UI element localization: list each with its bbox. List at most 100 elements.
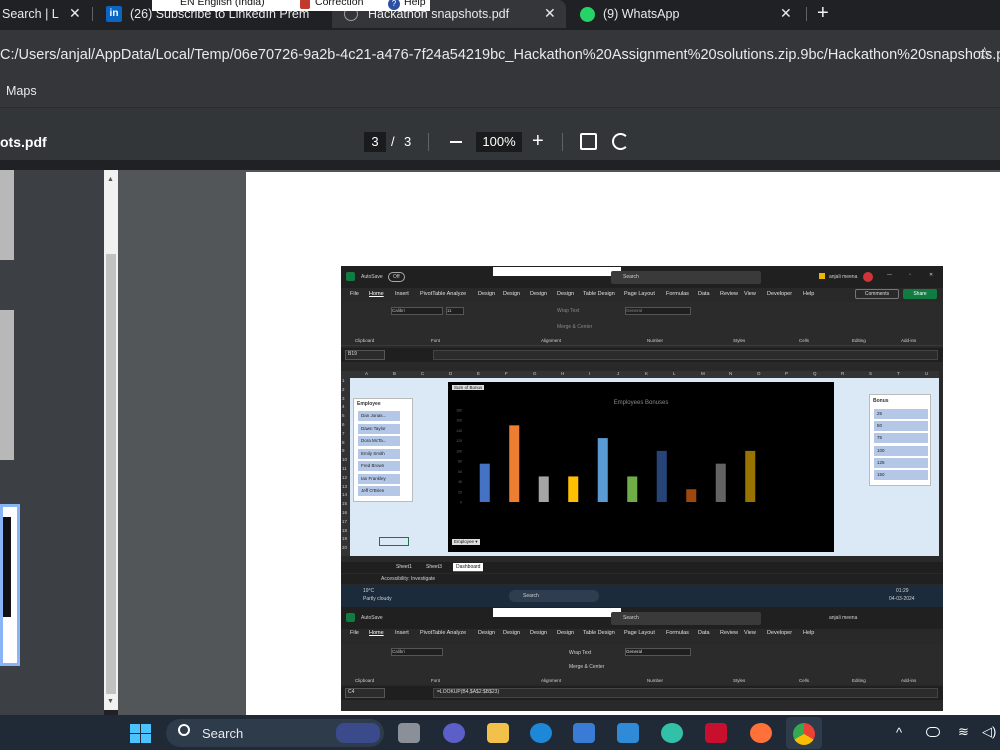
row-header[interactable]: 9 (342, 448, 345, 453)
ribbon-tab[interactable]: Formulas (666, 291, 689, 297)
row-header[interactable]: 3 (342, 396, 345, 401)
row-header[interactable]: 6 (342, 422, 345, 427)
row-header[interactable]: 13 (342, 484, 347, 489)
column-header[interactable]: S (869, 371, 872, 376)
column-header[interactable]: M (701, 371, 705, 376)
mobile-app-icon[interactable] (573, 723, 595, 743)
ribbon-tab[interactable]: Insert (395, 291, 409, 297)
formula-input[interactable] (433, 350, 938, 360)
teams-icon[interactable] (443, 723, 465, 743)
column-header[interactable]: I (589, 371, 590, 376)
excel-search-box[interactable]: Search (611, 612, 761, 625)
ribbon-tab[interactable]: Home (369, 291, 384, 297)
column-header[interactable]: N (729, 371, 732, 376)
wrap-text-button[interactable]: Wrap Text (557, 308, 579, 314)
ribbon-tab[interactable]: Developer (767, 630, 792, 636)
slicer-item[interactable]: Dora McTa... (358, 436, 400, 446)
slicer-item[interactable]: 25 (874, 409, 928, 419)
slicer-item[interactable]: 125 (874, 457, 928, 468)
url-text[interactable]: C:/Users/anjal/AppData/Local/Temp/06e707… (0, 47, 1000, 63)
bookmark-maps[interactable]: Maps (6, 84, 37, 98)
chevron-up-icon[interactable]: ^ (896, 725, 902, 740)
zoom-in-icon[interactable]: + (532, 130, 544, 153)
column-header[interactable]: P (785, 371, 788, 376)
chart-bar[interactable] (479, 463, 490, 502)
tab-search[interactable]: Search | L ✕ (0, 0, 88, 28)
formula-input[interactable]: =LOOKUP(B4,$A$2:$B$23) (433, 688, 938, 698)
name-box[interactable]: C4 (345, 688, 385, 698)
ribbon-tab[interactable]: Data (698, 630, 710, 636)
chart-bar[interactable] (745, 450, 756, 502)
chart-bar[interactable] (715, 463, 726, 502)
column-header[interactable]: R (841, 371, 844, 376)
fit-page-icon[interactable] (580, 133, 597, 150)
column-header[interactable]: O (757, 371, 761, 376)
column-header[interactable]: H (561, 371, 564, 376)
merge-center-button[interactable]: Merge & Center (569, 664, 604, 670)
ribbon-tab[interactable]: Design (530, 291, 547, 297)
selected-cell[interactable] (379, 537, 409, 546)
thumbnail-page-3[interactable] (0, 504, 20, 666)
ribbon-tab[interactable]: Design (557, 291, 574, 297)
correction-option[interactable]: Correction (315, 0, 363, 8)
ribbon-tab[interactable]: View (744, 291, 756, 297)
share-button[interactable]: Share (903, 289, 937, 299)
ribbon-tab[interactable]: Help (803, 291, 814, 297)
minimize-icon[interactable]: — (887, 272, 892, 278)
row-header[interactable]: 4 (342, 404, 345, 409)
new-tab-button[interactable]: + (817, 3, 829, 23)
slicer-item[interactable]: Ian Frankley (358, 473, 400, 484)
ribbon-tab[interactable]: Data (698, 291, 710, 297)
slicer-item[interactable]: Dawn Taylor (358, 423, 400, 434)
ribbon-tab[interactable]: Table Design (583, 630, 615, 636)
column-header[interactable]: T (897, 371, 900, 376)
chart-bar[interactable] (538, 476, 549, 502)
windows-start-icon[interactable] (130, 724, 152, 744)
ribbon-tab[interactable]: PivotTable Analyze (420, 291, 466, 297)
slicer-item[interactable]: Dan Jonas... (358, 411, 400, 421)
column-header[interactable]: B (393, 371, 396, 376)
ribbon-tab[interactable]: Formulas (666, 630, 689, 636)
store-icon[interactable] (617, 723, 639, 743)
row-header[interactable]: 5 (342, 413, 345, 418)
ribbon-tab[interactable]: File (350, 291, 359, 297)
slicer-item[interactable]: 100 (874, 445, 928, 456)
row-header[interactable]: 20 (342, 545, 347, 550)
row-header[interactable]: 15 (342, 501, 347, 506)
chart-bar[interactable] (627, 476, 638, 502)
ribbon-tab[interactable]: Design (503, 291, 520, 297)
excel-search-box[interactable]: Search (611, 271, 761, 284)
row-header[interactable]: 18 (342, 528, 347, 533)
column-header[interactable]: Q (813, 371, 817, 376)
column-header[interactable]: J (617, 371, 619, 376)
wifi-icon[interactable]: ≋ (958, 724, 969, 740)
page-number-input[interactable]: 3 (364, 132, 386, 152)
restore-icon[interactable]: ▫ (909, 272, 911, 278)
row-header[interactable]: 16 (342, 510, 347, 515)
ribbon-tab[interactable]: Table Design (583, 291, 615, 297)
zoom-input[interactable]: 100% (476, 132, 522, 152)
close-icon[interactable]: ✕ (780, 5, 792, 22)
ribbon-tab[interactable]: Insert (395, 630, 409, 636)
ribbon-tab[interactable]: PivotTable Analyze (420, 630, 466, 636)
column-header[interactable]: L (673, 371, 676, 376)
ribbon-tab[interactable]: Design (530, 630, 547, 636)
font-size-select[interactable]: 11 (446, 307, 464, 315)
chart-bar[interactable] (509, 425, 520, 502)
column-header[interactable]: C (421, 371, 424, 376)
close-icon[interactable]: ✕ (69, 5, 81, 22)
file-explorer-icon[interactable] (487, 723, 509, 743)
ribbon-tab[interactable]: Home (369, 630, 384, 636)
slicer-item[interactable]: 75 (874, 433, 928, 444)
number-format-select[interactable]: General (625, 648, 691, 656)
ribbon-tab[interactable]: View (744, 630, 756, 636)
ribbon-tab[interactable]: Design (503, 630, 520, 636)
scrollbar-thumb[interactable] (106, 254, 116, 694)
chart-bar[interactable] (686, 489, 697, 502)
font-name-select[interactable]: Calibri (391, 307, 443, 315)
ribbon-tab[interactable]: Review (720, 291, 738, 297)
bookmark-star-icon[interactable]: ☆ (977, 44, 992, 64)
inner-search-box[interactable]: Search (509, 590, 599, 602)
close-icon[interactable]: ✕ (544, 5, 556, 22)
row-header[interactable]: 17 (342, 519, 347, 524)
